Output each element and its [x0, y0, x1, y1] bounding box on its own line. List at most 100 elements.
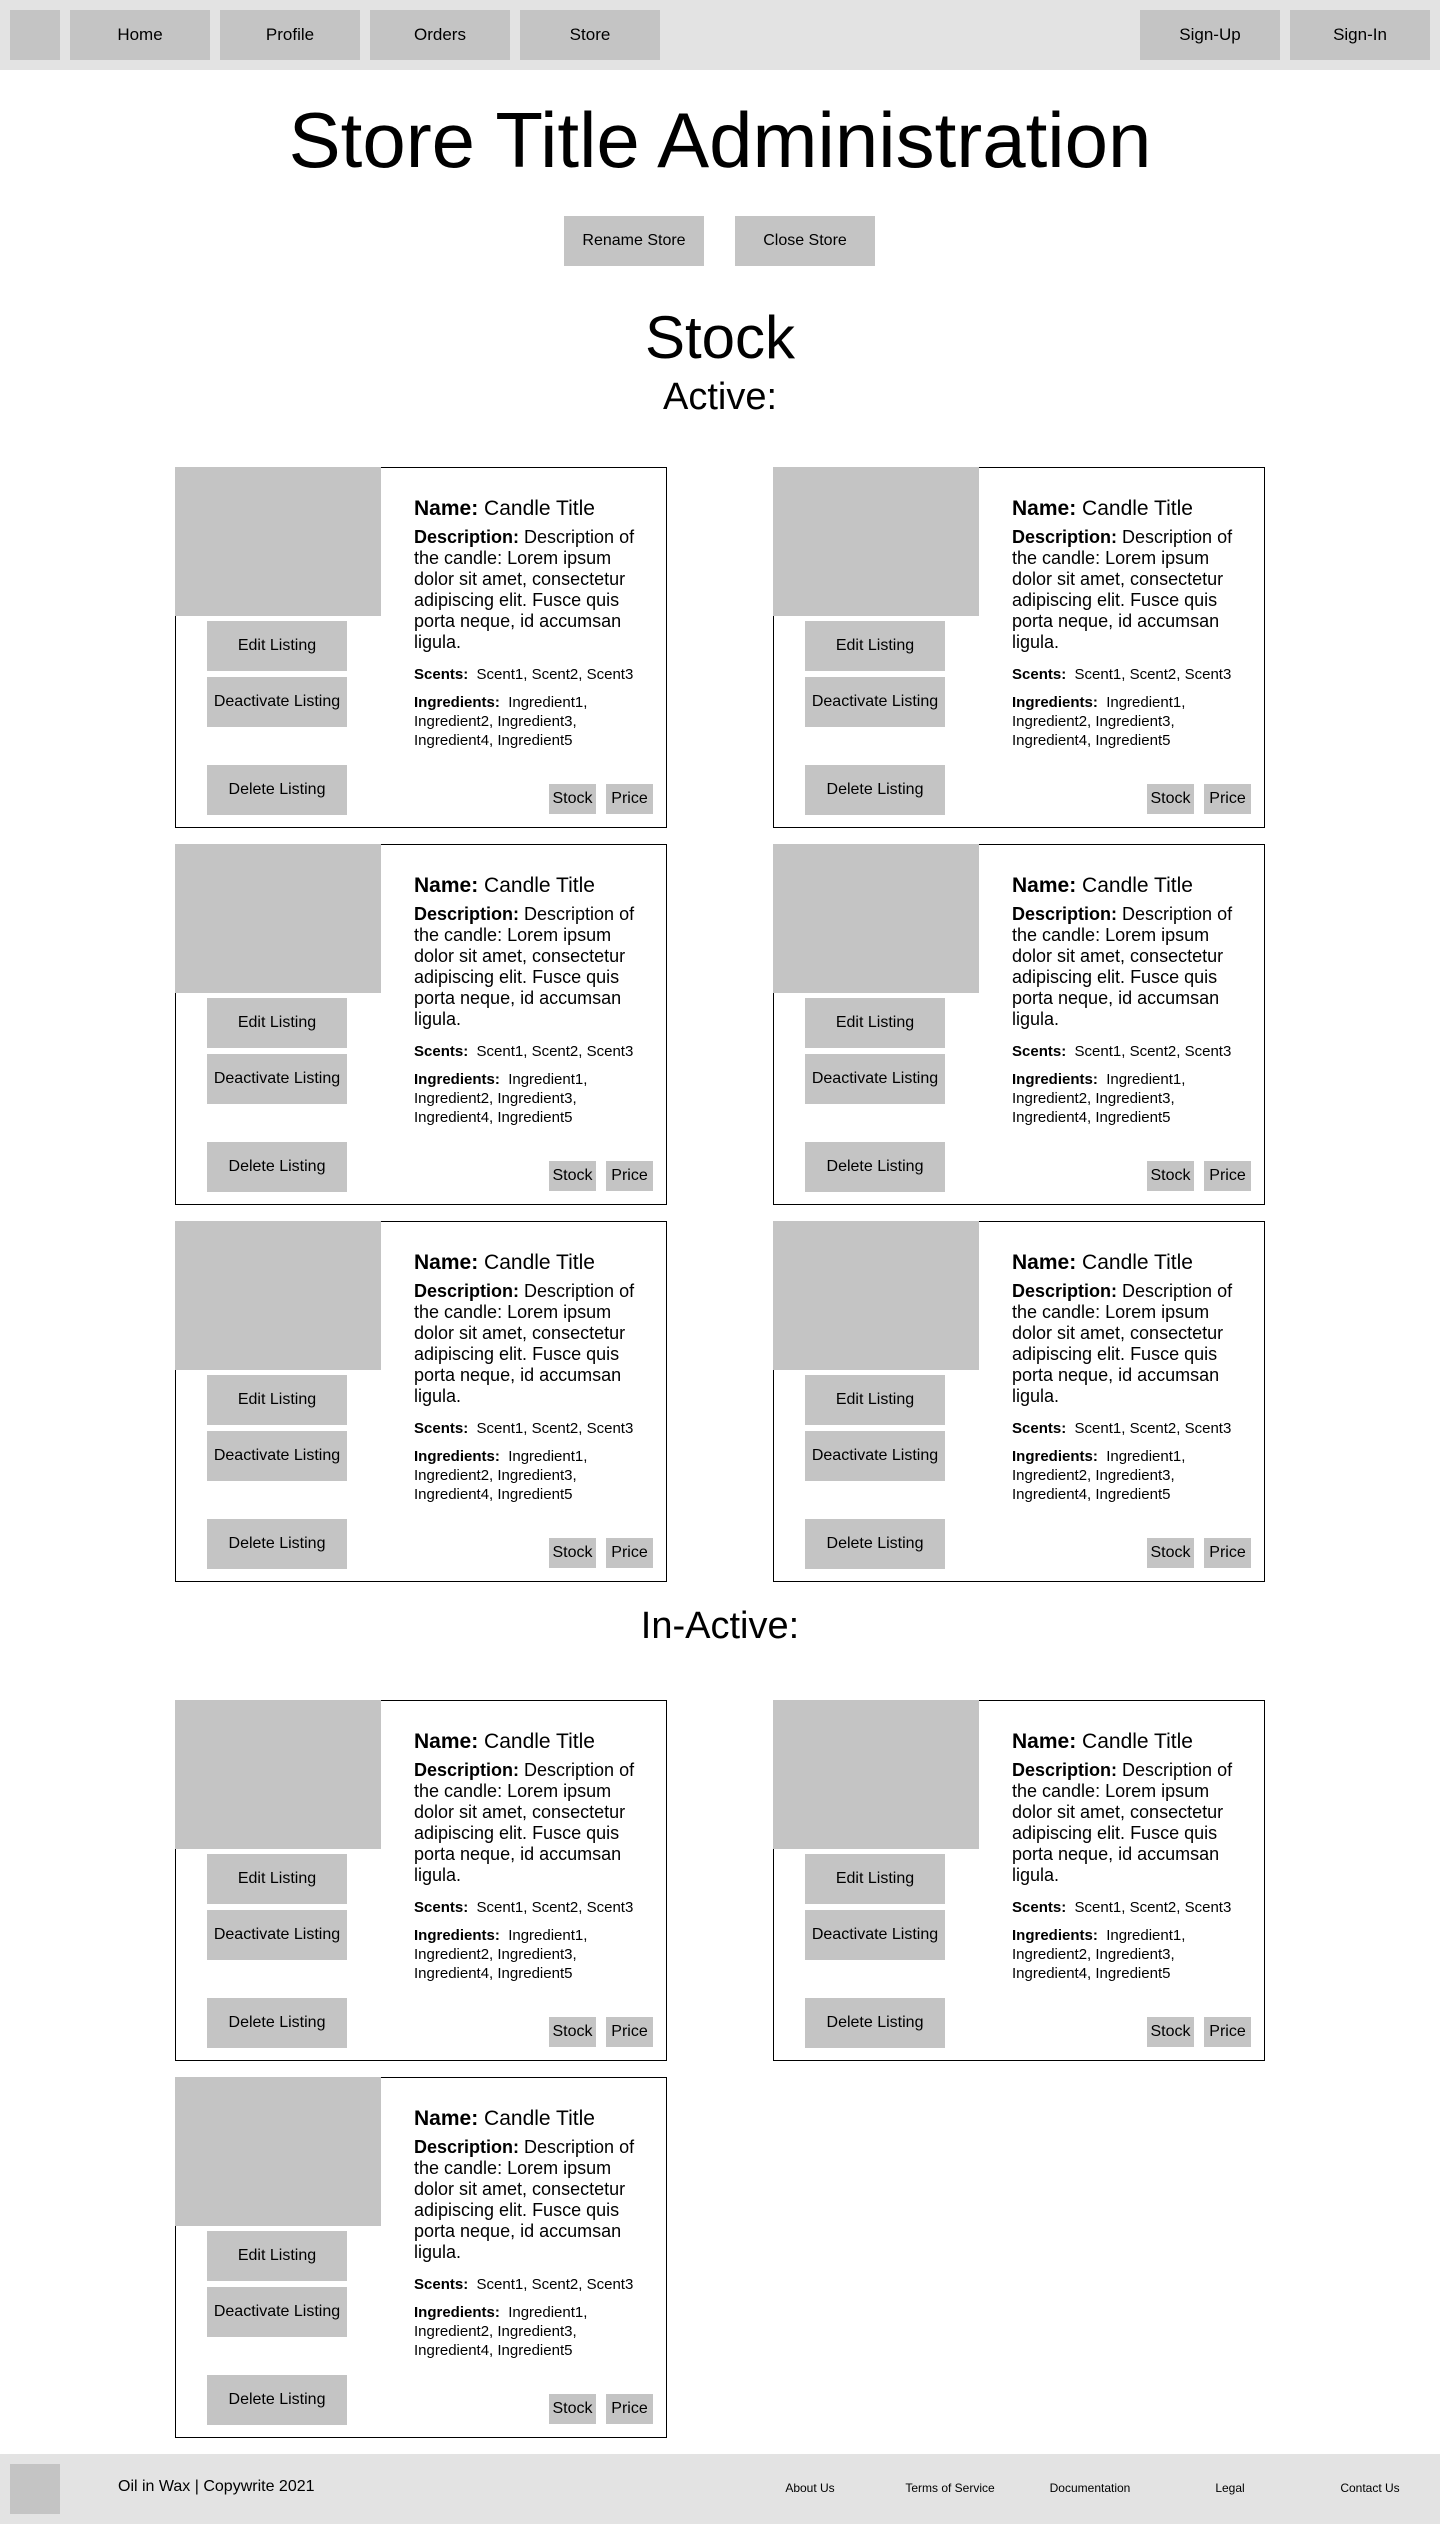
nav-home-button[interactable]: Home	[70, 10, 210, 60]
stock-button[interactable]: Stock	[549, 1538, 596, 1568]
description-label: Description:	[1012, 527, 1118, 547]
delete-listing-button[interactable]: Delete Listing	[207, 1142, 347, 1192]
edit-listing-button[interactable]: Edit Listing	[805, 998, 945, 1048]
edit-listing-button[interactable]: Edit Listing	[805, 621, 945, 671]
footer-link-about-us[interactable]: About Us	[740, 2481, 880, 2495]
price-button[interactable]: Price	[606, 784, 653, 814]
deactivate-listing-button[interactable]: Deactivate Listing	[805, 1431, 945, 1481]
stock-button[interactable]: Stock	[549, 784, 596, 814]
deactivate-listing-button[interactable]: Deactivate Listing	[805, 1054, 945, 1104]
listing-image-placeholder	[773, 1221, 979, 1370]
edit-listing-button[interactable]: Edit Listing	[805, 1375, 945, 1425]
rename-store-button[interactable]: Rename Store	[564, 216, 704, 266]
name-label: Name:	[414, 874, 479, 897]
price-button[interactable]: Price	[1204, 784, 1251, 814]
delete-listing-button[interactable]: Delete Listing	[805, 1142, 945, 1192]
delete-listing-button[interactable]: Delete Listing	[207, 765, 347, 815]
footer-link-contact-us[interactable]: Contact Us	[1300, 2481, 1440, 2495]
stock-button[interactable]: Stock	[1147, 1538, 1194, 1568]
close-store-button[interactable]: Close Store	[735, 216, 875, 266]
footer-link-terms[interactable]: Terms of Service	[880, 2481, 1020, 2495]
scents-label: Scents:	[1012, 1899, 1067, 1916]
nav-profile-button[interactable]: Profile	[220, 10, 360, 60]
description-label: Description:	[414, 1281, 520, 1301]
listing-description: Description: Description of the candle: …	[1012, 904, 1247, 1030]
listing-image-placeholder	[175, 467, 381, 616]
edit-listing-button[interactable]: Edit Listing	[207, 2231, 347, 2281]
edit-listing-button[interactable]: Edit Listing	[207, 621, 347, 671]
price-button[interactable]: Price	[1204, 1161, 1251, 1191]
description-label: Description:	[414, 904, 520, 924]
deactivate-listing-button[interactable]: Deactivate Listing	[207, 2287, 347, 2337]
stock-heading: Stock	[644, 304, 796, 371]
listing-info: Name: Candle Title Description: Descript…	[414, 2106, 649, 2360]
edit-listing-button[interactable]: Edit Listing	[207, 998, 347, 1048]
listing-scents: Scents: Scent1, Scent2, Scent3	[1012, 1043, 1247, 1061]
delete-listing-button[interactable]: Delete Listing	[207, 1519, 347, 1569]
stock-button[interactable]: Stock	[549, 2394, 596, 2424]
logo-placeholder[interactable]	[10, 10, 60, 60]
listing-name: Name: Candle Title	[414, 1250, 649, 1276]
deactivate-listing-button[interactable]: Deactivate Listing	[805, 677, 945, 727]
deactivate-listing-button[interactable]: Deactivate Listing	[207, 1910, 347, 1960]
name-label: Name:	[1012, 1251, 1077, 1274]
deactivate-listing-button[interactable]: Deactivate Listing	[207, 1431, 347, 1481]
listing-name: Name: Candle Title	[414, 496, 649, 522]
listing-image-placeholder	[773, 844, 979, 993]
delete-listing-button[interactable]: Delete Listing	[805, 1998, 945, 2048]
deactivate-listing-button[interactable]: Deactivate Listing	[805, 1910, 945, 1960]
edit-listing-button[interactable]: Edit Listing	[207, 1375, 347, 1425]
deactivate-listing-button[interactable]: Deactivate Listing	[207, 677, 347, 727]
name-value: Candle Title	[484, 497, 595, 520]
stock-button[interactable]: Stock	[1147, 784, 1194, 814]
delete-listing-button[interactable]: Delete Listing	[207, 2375, 347, 2425]
footer-link-legal[interactable]: Legal	[1160, 2481, 1300, 2495]
price-button[interactable]: Price	[1204, 2017, 1251, 2047]
nav-store-button[interactable]: Store	[520, 10, 660, 60]
listing-ingredients: Ingredients: Ingredient1, Ingredient2, I…	[1012, 1926, 1247, 1983]
description-label: Description:	[414, 527, 520, 547]
scents-label: Scents:	[414, 1420, 469, 1437]
delete-listing-button[interactable]: Delete Listing	[207, 1998, 347, 2048]
delete-listing-button[interactable]: Delete Listing	[805, 765, 945, 815]
listing-description: Description: Description of the candle: …	[1012, 1281, 1247, 1407]
scents-value: Scent1, Scent2, Scent3	[1074, 1043, 1232, 1060]
listing-card: Edit Listing Deactivate Listing Delete L…	[175, 1221, 667, 1582]
price-button[interactable]: Price	[606, 1161, 653, 1191]
name-value: Candle Title	[1082, 1730, 1193, 1753]
sign-in-button[interactable]: Sign-In	[1290, 10, 1430, 60]
price-button[interactable]: Price	[606, 2017, 653, 2047]
description-label: Description:	[414, 2137, 520, 2157]
edit-listing-button[interactable]: Edit Listing	[207, 1854, 347, 1904]
price-button[interactable]: Price	[1204, 1538, 1251, 1568]
nav-orders-button[interactable]: Orders	[370, 10, 510, 60]
price-button[interactable]: Price	[606, 1538, 653, 1568]
ingredients-label: Ingredients:	[414, 1448, 500, 1465]
scents-value: Scent1, Scent2, Scent3	[476, 1043, 634, 1060]
delete-listing-button[interactable]: Delete Listing	[805, 1519, 945, 1569]
listing-info: Name: Candle Title Description: Descript…	[1012, 1250, 1247, 1504]
footer-link-documentation[interactable]: Documentation	[1020, 2481, 1160, 2495]
scents-value: Scent1, Scent2, Scent3	[1074, 1420, 1232, 1437]
sign-up-button[interactable]: Sign-Up	[1140, 10, 1280, 60]
scents-label: Scents:	[414, 1043, 469, 1060]
listing-card: Edit Listing Deactivate Listing Delete L…	[773, 844, 1265, 1205]
edit-listing-button[interactable]: Edit Listing	[805, 1854, 945, 1904]
scents-label: Scents:	[1012, 666, 1067, 683]
deactivate-listing-button[interactable]: Deactivate Listing	[207, 1054, 347, 1104]
ingredients-label: Ingredients:	[1012, 694, 1098, 711]
name-value: Candle Title	[484, 1251, 595, 1274]
ingredients-label: Ingredients:	[414, 2304, 500, 2321]
stock-button[interactable]: Stock	[549, 1161, 596, 1191]
stock-button[interactable]: Stock	[1147, 1161, 1194, 1191]
name-value: Candle Title	[484, 874, 595, 897]
listing-image-placeholder	[773, 467, 979, 616]
description-label: Description:	[1012, 1760, 1118, 1780]
footer-copyright: Oil in Wax | Copywrite 2021	[118, 2478, 315, 2495]
price-button[interactable]: Price	[606, 2394, 653, 2424]
stock-button[interactable]: Stock	[549, 2017, 596, 2047]
listing-name: Name: Candle Title	[1012, 496, 1247, 522]
listing-info: Name: Candle Title Description: Descript…	[1012, 496, 1247, 750]
name-label: Name:	[414, 2107, 479, 2130]
stock-button[interactable]: Stock	[1147, 2017, 1194, 2047]
